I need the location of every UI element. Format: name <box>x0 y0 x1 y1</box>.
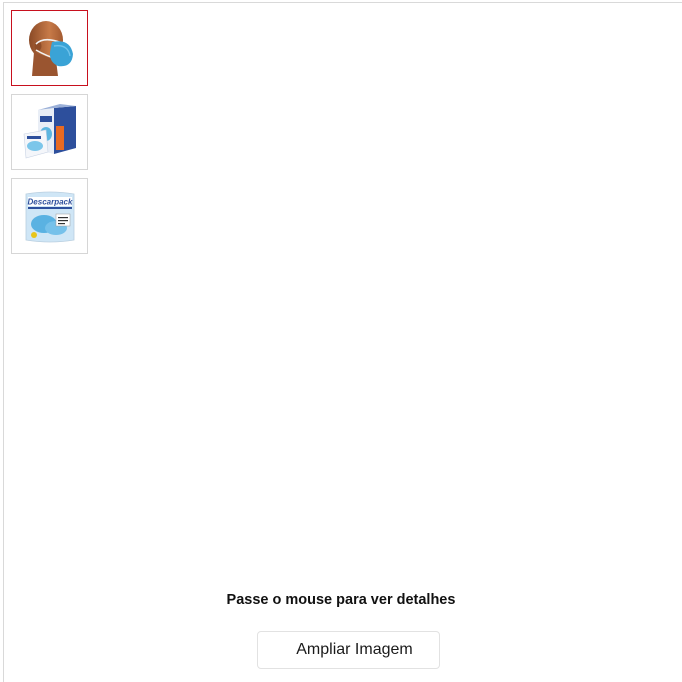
thumbnail-list: Descarpack <box>11 10 88 262</box>
zoom-image-button[interactable]: Ampliar Imagem <box>257 631 440 669</box>
image-viewer-frame <box>3 2 682 682</box>
mannequin-face-mask-icon <box>28 21 73 76</box>
mask-box-package-icon <box>23 104 76 159</box>
thumbnail-2[interactable] <box>11 94 88 170</box>
thumbnail-1[interactable] <box>11 10 88 86</box>
descarpack-logo: Descarpack <box>27 198 72 207</box>
hover-hint-text: Passe o mouse para ver detalhes <box>226 592 456 608</box>
descarpack-bag-icon: Descarpack <box>25 191 74 243</box>
thumbnail-3[interactable]: Descarpack <box>11 178 88 254</box>
